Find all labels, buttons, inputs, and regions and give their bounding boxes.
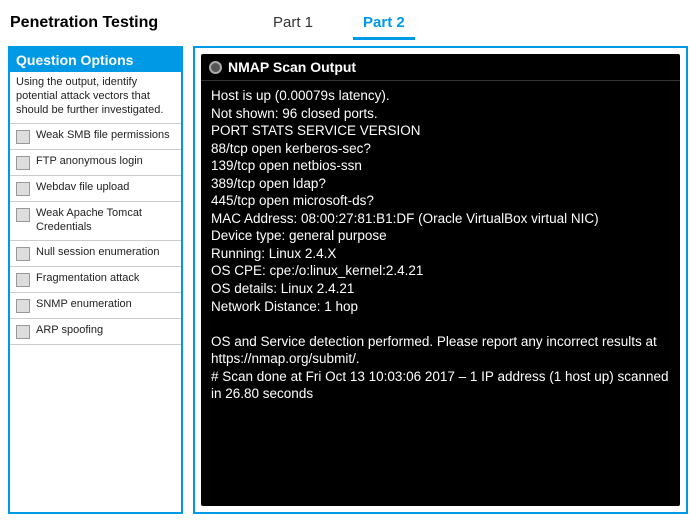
checkbox-icon[interactable] bbox=[16, 273, 30, 287]
checkbox-icon[interactable] bbox=[16, 299, 30, 313]
page-title: Penetration Testing bbox=[8, 10, 183, 40]
terminal-title: NMAP Scan Output bbox=[228, 59, 356, 75]
tab-part-1[interactable]: Part 1 bbox=[263, 8, 323, 40]
terminal-header: NMAP Scan Output bbox=[201, 54, 680, 81]
question-text: Using the output, identify potential att… bbox=[10, 72, 181, 123]
option-label: Null session enumeration bbox=[36, 246, 160, 260]
sidebar: Question Options Using the output, ident… bbox=[8, 46, 183, 514]
content-panel: NMAP Scan Output Host is up (0.00079s la… bbox=[193, 46, 688, 514]
option-label: Fragmentation attack bbox=[36, 272, 139, 286]
option-snmp[interactable]: SNMP enumeration bbox=[10, 292, 181, 318]
checkbox-icon[interactable] bbox=[16, 247, 30, 261]
checkbox-icon[interactable] bbox=[16, 156, 30, 170]
option-weak-smb[interactable]: Weak SMB file permissions bbox=[10, 123, 181, 149]
option-label: Webdav file upload bbox=[36, 181, 129, 195]
option-webdav[interactable]: Webdav file upload bbox=[10, 175, 181, 201]
circle-icon bbox=[209, 61, 222, 74]
option-tomcat[interactable]: Weak Apache Tomcat Credentials bbox=[10, 201, 181, 240]
option-label: FTP anonymous login bbox=[36, 155, 143, 169]
option-fragmentation[interactable]: Fragmentation attack bbox=[10, 266, 181, 292]
checkbox-icon[interactable] bbox=[16, 325, 30, 339]
option-label: Weak SMB file permissions bbox=[36, 129, 170, 143]
option-ftp-anonymous[interactable]: FTP anonymous login bbox=[10, 149, 181, 175]
sidebar-header: Question Options bbox=[10, 48, 181, 72]
option-label: Weak Apache Tomcat Credentials bbox=[36, 207, 175, 235]
option-label: ARP spoofing bbox=[36, 324, 103, 338]
checkbox-icon[interactable] bbox=[16, 208, 30, 222]
option-label: SNMP enumeration bbox=[36, 298, 132, 312]
tab-part-2[interactable]: Part 2 bbox=[353, 8, 415, 40]
terminal-output: Host is up (0.00079s latency). Not shown… bbox=[201, 81, 680, 409]
checkbox-icon[interactable] bbox=[16, 182, 30, 196]
tabs: Part 1 Part 2 bbox=[263, 8, 415, 40]
option-list: Weak SMB file permissions FTP anonymous … bbox=[10, 123, 181, 345]
checkbox-icon[interactable] bbox=[16, 130, 30, 144]
option-arp-spoofing[interactable]: ARP spoofing bbox=[10, 318, 181, 345]
option-null-session[interactable]: Null session enumeration bbox=[10, 240, 181, 266]
terminal-window: NMAP Scan Output Host is up (0.00079s la… bbox=[201, 54, 680, 506]
